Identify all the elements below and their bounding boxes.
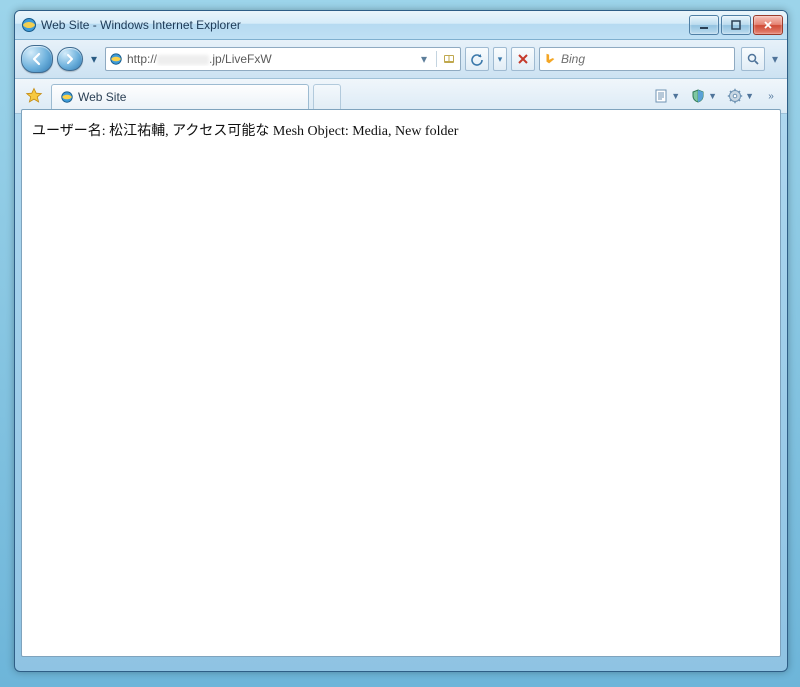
address-bar[interactable]: http:// .jp/LiveFxW ▾: [105, 47, 461, 71]
back-button[interactable]: [21, 45, 53, 73]
bing-icon: [543, 52, 557, 66]
address-text[interactable]: http:// .jp/LiveFxW: [127, 52, 412, 66]
search-box[interactable]: Bing: [539, 47, 735, 71]
search-provider-label: Bing: [561, 52, 731, 66]
double-chevron-icon: »: [768, 91, 774, 102]
window-title: Web Site - Windows Internet Explorer: [41, 18, 689, 32]
safety-menu-button[interactable]: ▼: [687, 84, 720, 108]
refresh-dropdown[interactable]: ▾: [493, 47, 507, 71]
new-tab-button[interactable]: [313, 84, 341, 110]
tab-title: Web Site: [78, 90, 126, 104]
desktop-background: Web Site - Windows Internet Explorer: [0, 0, 800, 687]
page-body: ユーザー名: 松江祐輔, アクセス可能な Mesh Object: Media,…: [22, 110, 780, 150]
url-scheme: http://: [127, 52, 157, 66]
tab-active[interactable]: Web Site: [51, 84, 309, 110]
url-suffix: .jp/LiveFxW: [209, 52, 272, 66]
close-button[interactable]: [753, 15, 783, 35]
search-options-dropdown[interactable]: ▾: [769, 52, 781, 66]
chevron-down-icon: ▼: [745, 91, 754, 101]
tools-menu-button[interactable]: ▼: [724, 84, 757, 108]
separator: [436, 51, 437, 67]
page-menu-button[interactable]: ▼: [650, 84, 683, 108]
ie-window: Web Site - Windows Internet Explorer: [14, 10, 788, 672]
help-dropdown-button[interactable]: »: [761, 84, 781, 108]
url-blurred-host: [157, 55, 209, 65]
titlebar[interactable]: Web Site - Windows Internet Explorer: [15, 11, 787, 40]
maximize-button[interactable]: [721, 15, 751, 35]
chevron-down-icon: ▼: [708, 91, 717, 101]
content-viewport[interactable]: ユーザー名: 松江祐輔, アクセス可能な Mesh Object: Media,…: [21, 109, 781, 657]
shield-icon: [690, 88, 706, 104]
stop-button[interactable]: [511, 47, 535, 71]
nav-history-dropdown[interactable]: ▾: [87, 46, 101, 72]
ie-app-icon: [21, 17, 37, 33]
chevron-down-icon: ▼: [671, 91, 680, 101]
compat-view-icon[interactable]: [440, 50, 458, 68]
navigation-toolbar: ▾ http:// .jp/LiveFxW ▾: [15, 40, 787, 79]
favorites-button[interactable]: [21, 83, 47, 109]
search-button[interactable]: [741, 47, 765, 71]
gear-icon: [727, 88, 743, 104]
forward-button[interactable]: [57, 47, 83, 71]
tab-favicon-icon: [60, 90, 74, 104]
refresh-button[interactable]: [465, 47, 489, 71]
minimize-button[interactable]: [689, 15, 719, 35]
page-text: ユーザー名: 松江祐輔, アクセス可能な Mesh Object: Media,…: [32, 124, 458, 139]
site-favicon-icon: [108, 51, 124, 67]
page-icon: [653, 88, 669, 104]
address-dropdown[interactable]: ▾: [415, 50, 433, 68]
